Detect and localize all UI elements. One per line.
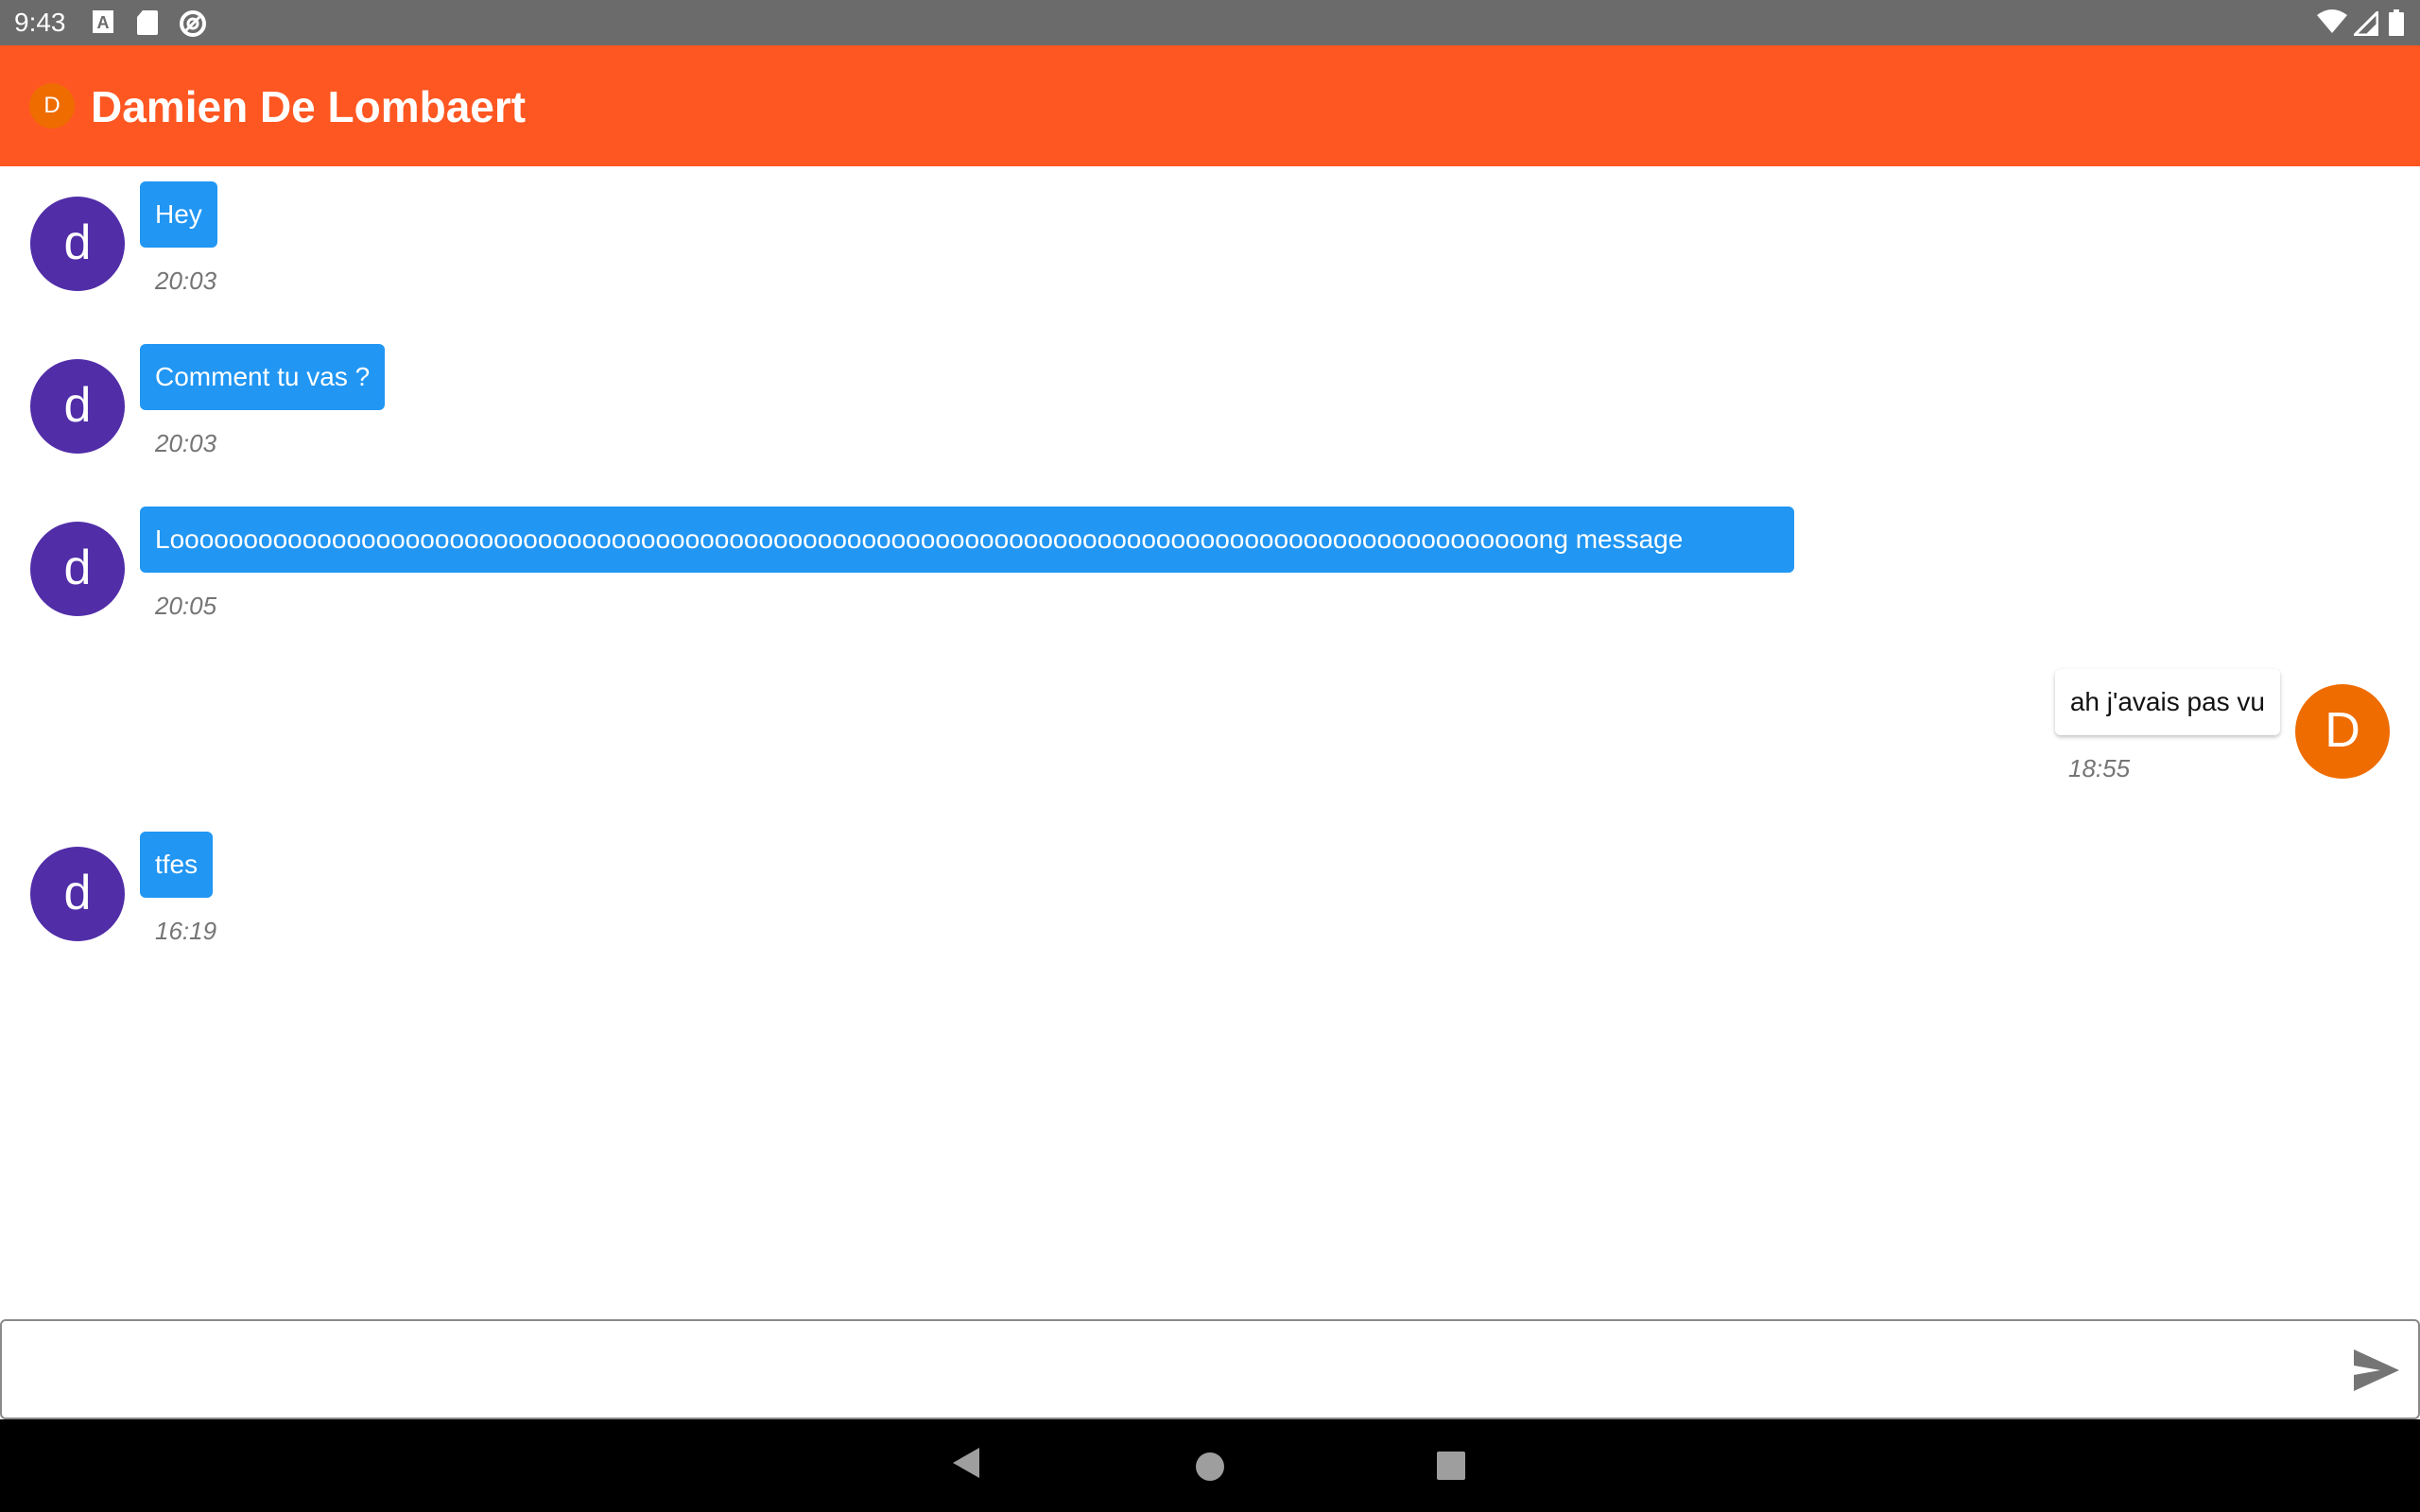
message-item: D ah j'avais pas vu 18:55 xyxy=(0,667,2420,790)
contact-avatar[interactable]: D xyxy=(29,83,75,129)
message-bubble[interactable]: ah j'avais pas vu xyxy=(2054,669,2280,735)
sender-avatar[interactable]: d xyxy=(30,359,125,454)
message-bubble[interactable]: Looooooooooooooooooooooooooooooooooooooo… xyxy=(140,507,1794,573)
home-icon[interactable] xyxy=(1195,1452,1225,1482)
app-bar: D Damien De Lombaert xyxy=(0,45,2420,166)
sender-avatar[interactable]: d xyxy=(30,847,125,941)
svg-text:A: A xyxy=(97,13,110,32)
message-input[interactable] xyxy=(21,1338,2331,1402)
message-time: 20:05 xyxy=(155,592,217,620)
sender-avatar[interactable]: d xyxy=(30,197,125,291)
message-item: d Looooooooooooooooooooooooooooooooooooo… xyxy=(0,505,2420,627)
status-time: 9:43 xyxy=(14,8,66,37)
message-composer xyxy=(0,1319,2420,1419)
wifi-icon xyxy=(2317,9,2347,33)
contact-name-title: Damien De Lombaert xyxy=(91,82,527,131)
message-time: 20:03 xyxy=(155,429,217,457)
sender-avatar[interactable]: d xyxy=(30,522,125,616)
message-bubble[interactable]: tfes xyxy=(140,832,214,898)
recents-icon[interactable] xyxy=(1437,1452,1465,1480)
status-bar: 9:43 A xyxy=(0,0,2420,45)
keyboard-a-icon: A xyxy=(93,10,113,33)
message-time: 20:03 xyxy=(155,266,217,295)
back-icon[interactable] xyxy=(951,1446,981,1480)
sd-card-icon xyxy=(137,10,158,35)
send-icon[interactable] xyxy=(2352,1348,2401,1393)
message-item: d tfes 16:19 xyxy=(0,830,2420,953)
message-item: d Comment tu vas ? 20:03 xyxy=(0,342,2420,465)
message-bubble[interactable]: Hey xyxy=(140,181,217,248)
signal-icon xyxy=(2354,11,2378,36)
system-nav-bar xyxy=(0,1419,2420,1512)
battery-icon xyxy=(2389,9,2404,36)
sender-avatar[interactable]: D xyxy=(2295,684,2390,779)
message-item: d Hey 20:03 xyxy=(0,180,2420,302)
message-time: 18:55 xyxy=(2068,754,2131,782)
message-time: 16:19 xyxy=(155,917,217,945)
vpn-icon xyxy=(180,10,206,37)
message-bubble[interactable]: Comment tu vas ? xyxy=(140,344,386,410)
